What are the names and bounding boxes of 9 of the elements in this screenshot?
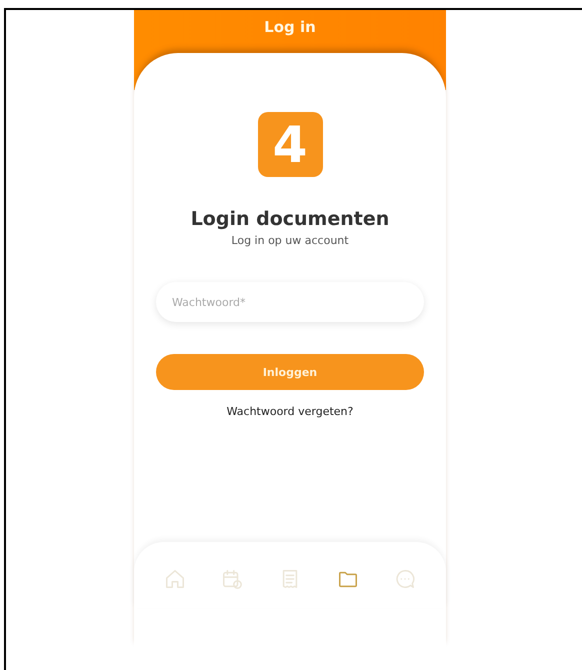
header-title: Log in xyxy=(264,18,316,38)
app-logo: 4 xyxy=(258,112,322,177)
calendar-icon xyxy=(221,568,244,590)
chat-icon xyxy=(394,568,416,590)
home-icon xyxy=(164,568,186,590)
forgot-password-link[interactable]: Wachtwoord vergeten? xyxy=(226,405,354,418)
page-title: Login documenten xyxy=(190,208,390,230)
password-field[interactable]: Wachtwoord* xyxy=(156,282,424,322)
page-subtitle: Log in op uw account xyxy=(231,234,349,247)
